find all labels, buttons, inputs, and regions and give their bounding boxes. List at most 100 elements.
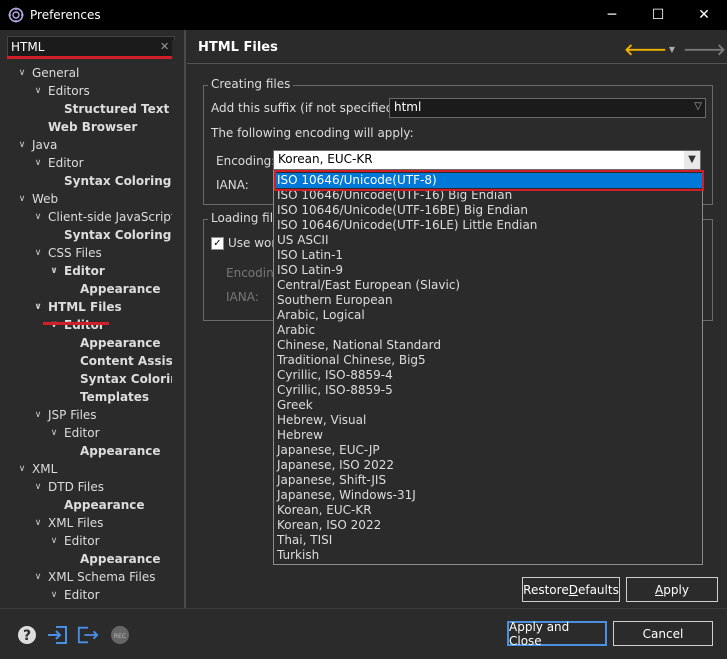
chevron-down-icon[interactable]: ∨	[48, 590, 60, 600]
encoding-option[interactable]: Thai, TISI	[274, 533, 702, 548]
apply-button[interactable]: Apply	[626, 577, 718, 602]
use-workspace-checkbox[interactable]: ✓	[211, 237, 224, 250]
tree-item[interactable]: ∨ CSS Files	[32, 244, 102, 262]
import-icon[interactable]	[46, 624, 68, 646]
forward-icon[interactable]: 🡒	[683, 39, 726, 59]
tree-item[interactable]: ∨ Editor	[48, 262, 104, 280]
chevron-down-icon[interactable]: ∨	[32, 518, 44, 528]
tree-item[interactable]: Structured Text Ed	[48, 100, 172, 118]
back-icon[interactable]: 🡐	[624, 39, 667, 59]
tree-item[interactable]: Templates	[64, 388, 149, 406]
chevron-down-icon[interactable]: ▼	[684, 151, 700, 169]
tree-item-label: Editor	[64, 588, 100, 602]
chevron-down-icon[interactable]: ∨	[32, 86, 44, 96]
minimize-button[interactable]: ─	[589, 0, 635, 30]
encoding-dropdown-list[interactable]: ISO 10646/Unicode(UTF-8) ISO 10646/Unicod…	[273, 170, 703, 565]
chevron-down-icon[interactable]: ∨	[16, 194, 28, 204]
chevron-down-icon[interactable]: ∨	[16, 140, 28, 150]
tree-item[interactable]: ∨ General	[16, 64, 80, 82]
chevron-down-icon[interactable]: ∨	[16, 68, 28, 78]
encoding-option[interactable]: Chinese, National Standard	[274, 338, 702, 353]
tree-item[interactable]: ∨ Editor	[48, 586, 100, 604]
export-icon[interactable]	[77, 624, 99, 646]
encoding-combo[interactable]: Korean, EUC-KR ▼	[273, 150, 701, 170]
chevron-down-icon[interactable]: ∨	[32, 482, 44, 492]
encoding-option[interactable]: Cyrillic, ISO-8859-5	[274, 383, 702, 398]
chevron-down-icon[interactable]: ∨	[32, 572, 44, 582]
encoding-option[interactable]: Japanese, Shift-JIS	[274, 473, 702, 488]
chevron-down-icon[interactable]: ∨	[32, 410, 44, 420]
filter-input[interactable]	[7, 36, 175, 58]
encoding-option[interactable]: Central/East European (Slavic)	[274, 278, 702, 293]
chevron-down-icon[interactable]: ∨	[32, 302, 44, 312]
tree-item-label: Java	[32, 138, 58, 152]
tree-item[interactable]: ∨ DTD Files	[32, 478, 104, 496]
chevron-down-icon[interactable]: ∨	[48, 428, 60, 438]
apply-and-close-button[interactable]: Apply and Close	[507, 620, 607, 648]
tree-item[interactable]: ∨ Editor	[48, 424, 100, 442]
tree-item[interactable]: Syntax Coloring	[64, 370, 172, 388]
encoding-option[interactable]: Japanese, Windows-31J	[274, 488, 702, 503]
tree-item[interactable]: ∨ Client-side JavaScript	[32, 208, 172, 226]
chevron-down-icon[interactable]: ∨	[32, 212, 44, 222]
loading-iana-label: IANA:	[226, 290, 259, 304]
chevron-down-icon[interactable]: ∨	[48, 536, 60, 546]
cancel-button[interactable]: Cancel	[613, 621, 713, 646]
tree-item[interactable]: ∨ Editor	[48, 532, 100, 550]
encoding-option[interactable]: Hebrew	[274, 428, 702, 443]
chevron-down-icon[interactable]: ∨	[16, 464, 28, 474]
encoding-option[interactable]: Korean, ISO 2022	[274, 518, 702, 533]
encoding-option[interactable]: ISO 10646/Unicode(UTF-16LE) Little Endia…	[274, 218, 702, 233]
maximize-button[interactable]: ☐	[635, 0, 681, 30]
tree-item[interactable]: ∨ XML	[16, 460, 58, 478]
help-icon[interactable]: ?	[16, 624, 38, 646]
tree-item[interactable]: ∨ JSP Files	[32, 406, 97, 424]
encoding-option[interactable]: ISO 10646/Unicode(UTF-16BE) Big Endian	[274, 203, 702, 218]
encoding-option[interactable]: US ASCII	[274, 233, 702, 248]
tree-item[interactable]: ∨ Web	[16, 190, 58, 208]
tree-item[interactable]: Web Browser	[32, 118, 137, 136]
tree-item[interactable]: Appearance	[48, 496, 145, 514]
encoding-option[interactable]: Southern European	[274, 293, 702, 308]
tree-item[interactable]: ∨ XML Files	[32, 514, 104, 532]
restore-defaults-button[interactable]: Restore Defaults	[522, 577, 620, 602]
tree-item[interactable]: Appearance	[64, 442, 161, 460]
encoding-option[interactable]: Arabic, Logical	[274, 308, 702, 323]
encoding-option[interactable]: Hebrew, Visual	[274, 413, 702, 428]
encoding-option[interactable]: Cyrillic, ISO-8859-4	[274, 368, 702, 383]
tree-item[interactable]: Appearance	[64, 280, 161, 298]
tree-item[interactable]: ∨ XML Schema Files	[32, 568, 156, 586]
encoding-option[interactable]: Arabic	[274, 323, 702, 338]
chevron-down-icon[interactable]: ∨	[32, 248, 44, 258]
back-dropdown-icon[interactable]: ▼	[669, 45, 675, 54]
suffix-combo[interactable]: html ▽	[389, 98, 706, 118]
tree-item[interactable]: Appearance	[64, 334, 161, 352]
tree-scrollbar[interactable]	[172, 40, 184, 608]
tree-item[interactable]: ∨ Java	[16, 136, 58, 154]
encoding-option[interactable]: ISO Latin-9	[274, 263, 702, 278]
tree-item[interactable]: ∨ Editor	[48, 316, 104, 334]
close-button[interactable]: ✕	[681, 0, 727, 30]
tree-item[interactable]: Content Assist	[64, 352, 172, 370]
encoding-option[interactable]: Japanese, EUC-JP	[274, 443, 702, 458]
encoding-option[interactable]: ISO Latin-1	[274, 248, 702, 263]
encoding-option[interactable]: Korean, EUC-KR	[274, 503, 702, 518]
tree-item[interactable]: ∨ HTML Files	[32, 298, 121, 316]
tree-item[interactable]: ∨ Editor	[32, 154, 84, 172]
chevron-down-icon[interactable]: ∨	[32, 158, 44, 168]
clear-filter-icon[interactable]: ✕	[160, 40, 169, 53]
encoding-option[interactable]: Japanese, ISO 2022	[274, 458, 702, 473]
record-icon[interactable]: REC	[109, 624, 131, 646]
tree-item[interactable]: Syntax Coloring	[48, 172, 171, 190]
encoding-option[interactable]: Traditional Chinese, Big5	[274, 353, 702, 368]
panel-divider[interactable]	[184, 30, 186, 608]
chevron-down-icon[interactable]: ∨	[48, 266, 60, 276]
encoding-option[interactable]: Greek	[274, 398, 702, 413]
tree-item[interactable]: Syntax Coloring	[48, 226, 171, 244]
tree-item-label: Templates	[80, 390, 150, 404]
tree-item[interactable]: Appearance	[64, 550, 161, 568]
encoding-option[interactable]: Turkish	[274, 548, 702, 563]
chevron-down-icon: ▽	[694, 101, 702, 112]
tree-item[interactable]: ∨ Editors	[32, 82, 90, 100]
window-title: Preferences	[30, 8, 101, 22]
